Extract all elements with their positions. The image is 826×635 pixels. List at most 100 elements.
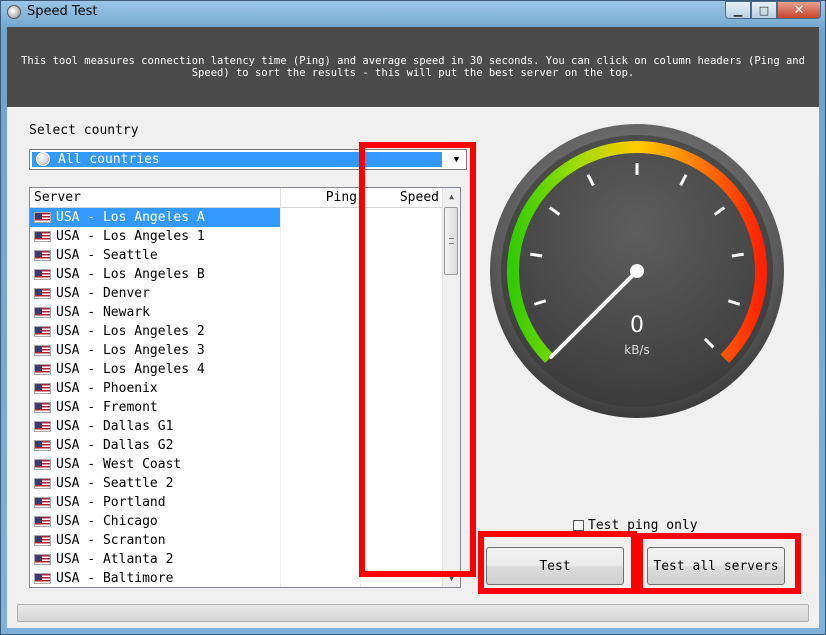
server-label: USA - Los Angeles B xyxy=(56,267,205,282)
server-name: USA - Phoenix xyxy=(30,379,281,398)
gauge-hub xyxy=(630,264,644,278)
window-controls: ▁ □ ✕ xyxy=(725,1,821,19)
ping-cell xyxy=(281,227,361,246)
server-label: USA - Newark xyxy=(56,305,150,320)
server-name: USA - Baltimore xyxy=(30,569,281,587)
gauge-unit: kB/s xyxy=(624,343,650,357)
server-label: USA - Dallas G2 xyxy=(56,438,174,453)
server-name: USA - Newark xyxy=(30,303,281,322)
server-label: USA - Los Angeles 3 xyxy=(56,343,205,358)
ping-cell xyxy=(281,360,361,379)
ping-cell xyxy=(281,284,361,303)
ping-cell xyxy=(281,246,361,265)
us-flag-icon xyxy=(34,497,51,508)
us-flag-icon xyxy=(34,478,51,489)
server-name: USA - Los Angeles A xyxy=(30,208,281,227)
server-name: USA - Los Angeles B xyxy=(30,265,281,284)
progress-bar xyxy=(17,604,809,622)
server-label: USA - Chicago xyxy=(56,514,158,529)
country-label: Select country xyxy=(29,123,139,138)
ping-cell xyxy=(281,550,361,569)
description-text: This tool measures connection latency ti… xyxy=(21,55,805,79)
us-flag-icon xyxy=(34,402,51,413)
app-icon xyxy=(7,5,21,19)
server-name: USA - Dallas G1 xyxy=(30,417,281,436)
gauge-tick xyxy=(530,252,543,258)
server-name: USA - Seattle 2 xyxy=(30,474,281,493)
us-flag-icon xyxy=(34,326,51,337)
ping-cell xyxy=(281,265,361,284)
server-label: USA - Portland xyxy=(56,495,166,510)
window-title: Speed Test xyxy=(27,4,98,19)
description-banner: This tool measures connection latency ti… xyxy=(7,27,819,107)
checkbox-box[interactable] xyxy=(573,520,584,531)
ping-cell xyxy=(281,417,361,436)
minimize-button[interactable]: ▁ xyxy=(725,1,751,19)
server-label: USA - Los Angeles A xyxy=(56,210,205,225)
highlight-speed-column xyxy=(359,142,476,577)
country-selected-text: All countries xyxy=(58,152,160,167)
ping-cell xyxy=(281,531,361,550)
server-label: USA - Fremont xyxy=(56,400,158,415)
us-flag-icon xyxy=(34,421,51,432)
server-name: USA - Los Angeles 1 xyxy=(30,227,281,246)
highlight-test-all-button xyxy=(637,533,801,594)
server-name: USA - Fremont xyxy=(30,398,281,417)
ping-cell xyxy=(281,322,361,341)
server-label: USA - Los Angeles 2 xyxy=(56,324,205,339)
us-flag-icon xyxy=(34,440,51,451)
speed-test-window: Speed Test ▁ □ ✕ This tool measures conn… xyxy=(0,0,826,635)
server-name: USA - Denver xyxy=(30,284,281,303)
us-flag-icon xyxy=(34,288,51,299)
column-header-server[interactable]: Server xyxy=(30,188,281,207)
title-bar[interactable]: Speed Test ▁ □ ✕ xyxy=(1,1,826,25)
server-name: USA - Portland xyxy=(30,493,281,512)
us-flag-icon xyxy=(34,459,51,470)
server-name: USA - Los Angeles 4 xyxy=(30,360,281,379)
server-label: USA - Phoenix xyxy=(56,381,158,396)
server-label: USA - Dallas G1 xyxy=(56,419,174,434)
server-name: USA - Seattle xyxy=(30,246,281,265)
gauge-value: 0 xyxy=(630,313,644,338)
server-name: USA - Atlanta 2 xyxy=(30,550,281,569)
ping-cell xyxy=(281,455,361,474)
server-name: USA - Chicago xyxy=(30,512,281,531)
ping-cell xyxy=(281,436,361,455)
ping-cell xyxy=(281,569,361,587)
us-flag-icon xyxy=(34,573,51,584)
server-name: USA - Los Angeles 2 xyxy=(30,322,281,341)
server-label: USA - Los Angeles 1 xyxy=(56,229,205,244)
gauge-dial xyxy=(490,124,784,418)
us-flag-icon xyxy=(34,231,51,242)
close-button[interactable]: ✕ xyxy=(777,1,821,19)
us-flag-icon xyxy=(34,554,51,565)
us-flag-icon xyxy=(34,535,51,546)
ping-cell xyxy=(281,398,361,417)
server-name: USA - Los Angeles 3 xyxy=(30,341,281,360)
ping-cell xyxy=(281,341,361,360)
server-label: USA - Scranton xyxy=(56,533,166,548)
server-label: USA - Seattle xyxy=(56,248,158,263)
ping-cell xyxy=(281,303,361,322)
ping-cell xyxy=(281,493,361,512)
highlight-test-button xyxy=(478,531,637,594)
ping-cell xyxy=(281,512,361,531)
us-flag-icon xyxy=(34,250,51,261)
us-flag-icon xyxy=(34,364,51,375)
maximize-button[interactable]: □ xyxy=(751,1,777,19)
server-label: USA - Seattle 2 xyxy=(56,476,174,491)
column-header-ping[interactable]: Ping xyxy=(281,188,361,207)
us-flag-icon xyxy=(34,212,51,223)
us-flag-icon xyxy=(34,345,51,356)
us-flag-icon xyxy=(34,269,51,280)
gauge-tick xyxy=(731,252,744,258)
server-label: USA - Baltimore xyxy=(56,571,174,586)
server-name: USA - Scranton xyxy=(30,531,281,550)
us-flag-icon xyxy=(34,307,51,318)
globe-icon xyxy=(36,152,50,166)
server-label: USA - Los Angeles 4 xyxy=(56,362,205,377)
us-flag-icon xyxy=(34,516,51,527)
server-label: USA - Atlanta 2 xyxy=(56,552,174,567)
server-label: USA - Denver xyxy=(56,286,150,301)
speed-gauge: 0 kB/s xyxy=(487,121,787,421)
